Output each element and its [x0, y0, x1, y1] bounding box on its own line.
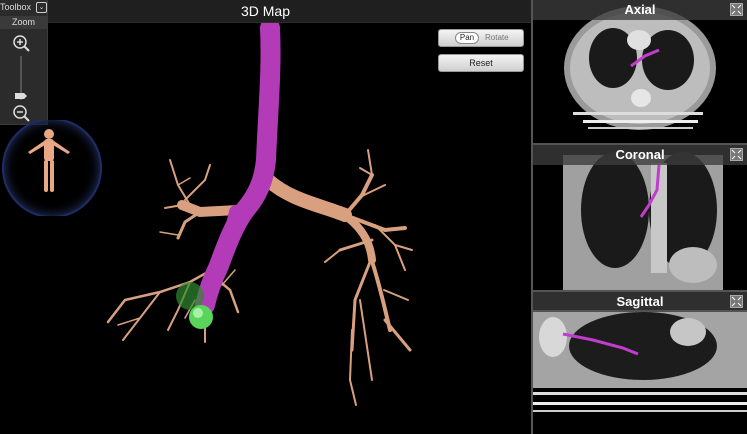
rotate-button[interactable]: Rotate — [485, 33, 509, 43]
zoom-in-icon[interactable] — [12, 34, 30, 52]
maximize-icon[interactable] — [730, 148, 743, 161]
axial-view-title: Axial — [533, 0, 747, 20]
reset-button[interactable]: Reset — [438, 54, 524, 72]
panel-separator — [533, 143, 747, 145]
pan-button[interactable]: Pan — [455, 32, 479, 44]
axial-ct-image[interactable] — [533, 0, 747, 143]
chevron-down-icon[interactable]: ⌄ — [36, 2, 47, 13]
toolbox-title: Toolbox — [0, 2, 32, 12]
coronal-view-panel[interactable]: Coronal — [533, 145, 747, 290]
orientation-human-figure-icon[interactable] — [0, 120, 104, 216]
sagittal-view-title: Sagittal — [533, 292, 747, 312]
pan-rotate-toggle[interactable]: Pan Rotate — [438, 29, 524, 47]
zoom-slider-handle[interactable] — [15, 93, 27, 99]
toolbox-header: Toolbox ⌄ — [0, 0, 47, 14]
panel-separator — [533, 290, 747, 292]
view-title: 3D Map — [0, 0, 531, 23]
3d-map-view[interactable]: 3D Map Toolbox ⌄ Zoom Pan Rotate Reset — [0, 0, 531, 434]
sagittal-view-panel[interactable]: Sagittal — [533, 292, 747, 434]
coronal-ct-image[interactable] — [533, 145, 747, 290]
toolbox-panel: Toolbox ⌄ Zoom — [0, 0, 48, 125]
zoom-label: Zoom — [0, 16, 47, 29]
coronal-view-title: Coronal — [533, 145, 747, 165]
sagittal-ct-image[interactable] — [533, 292, 747, 434]
maximize-icon[interactable] — [730, 3, 743, 16]
axial-view-panel[interactable]: Axial — [533, 0, 747, 143]
maximize-icon[interactable] — [730, 295, 743, 308]
